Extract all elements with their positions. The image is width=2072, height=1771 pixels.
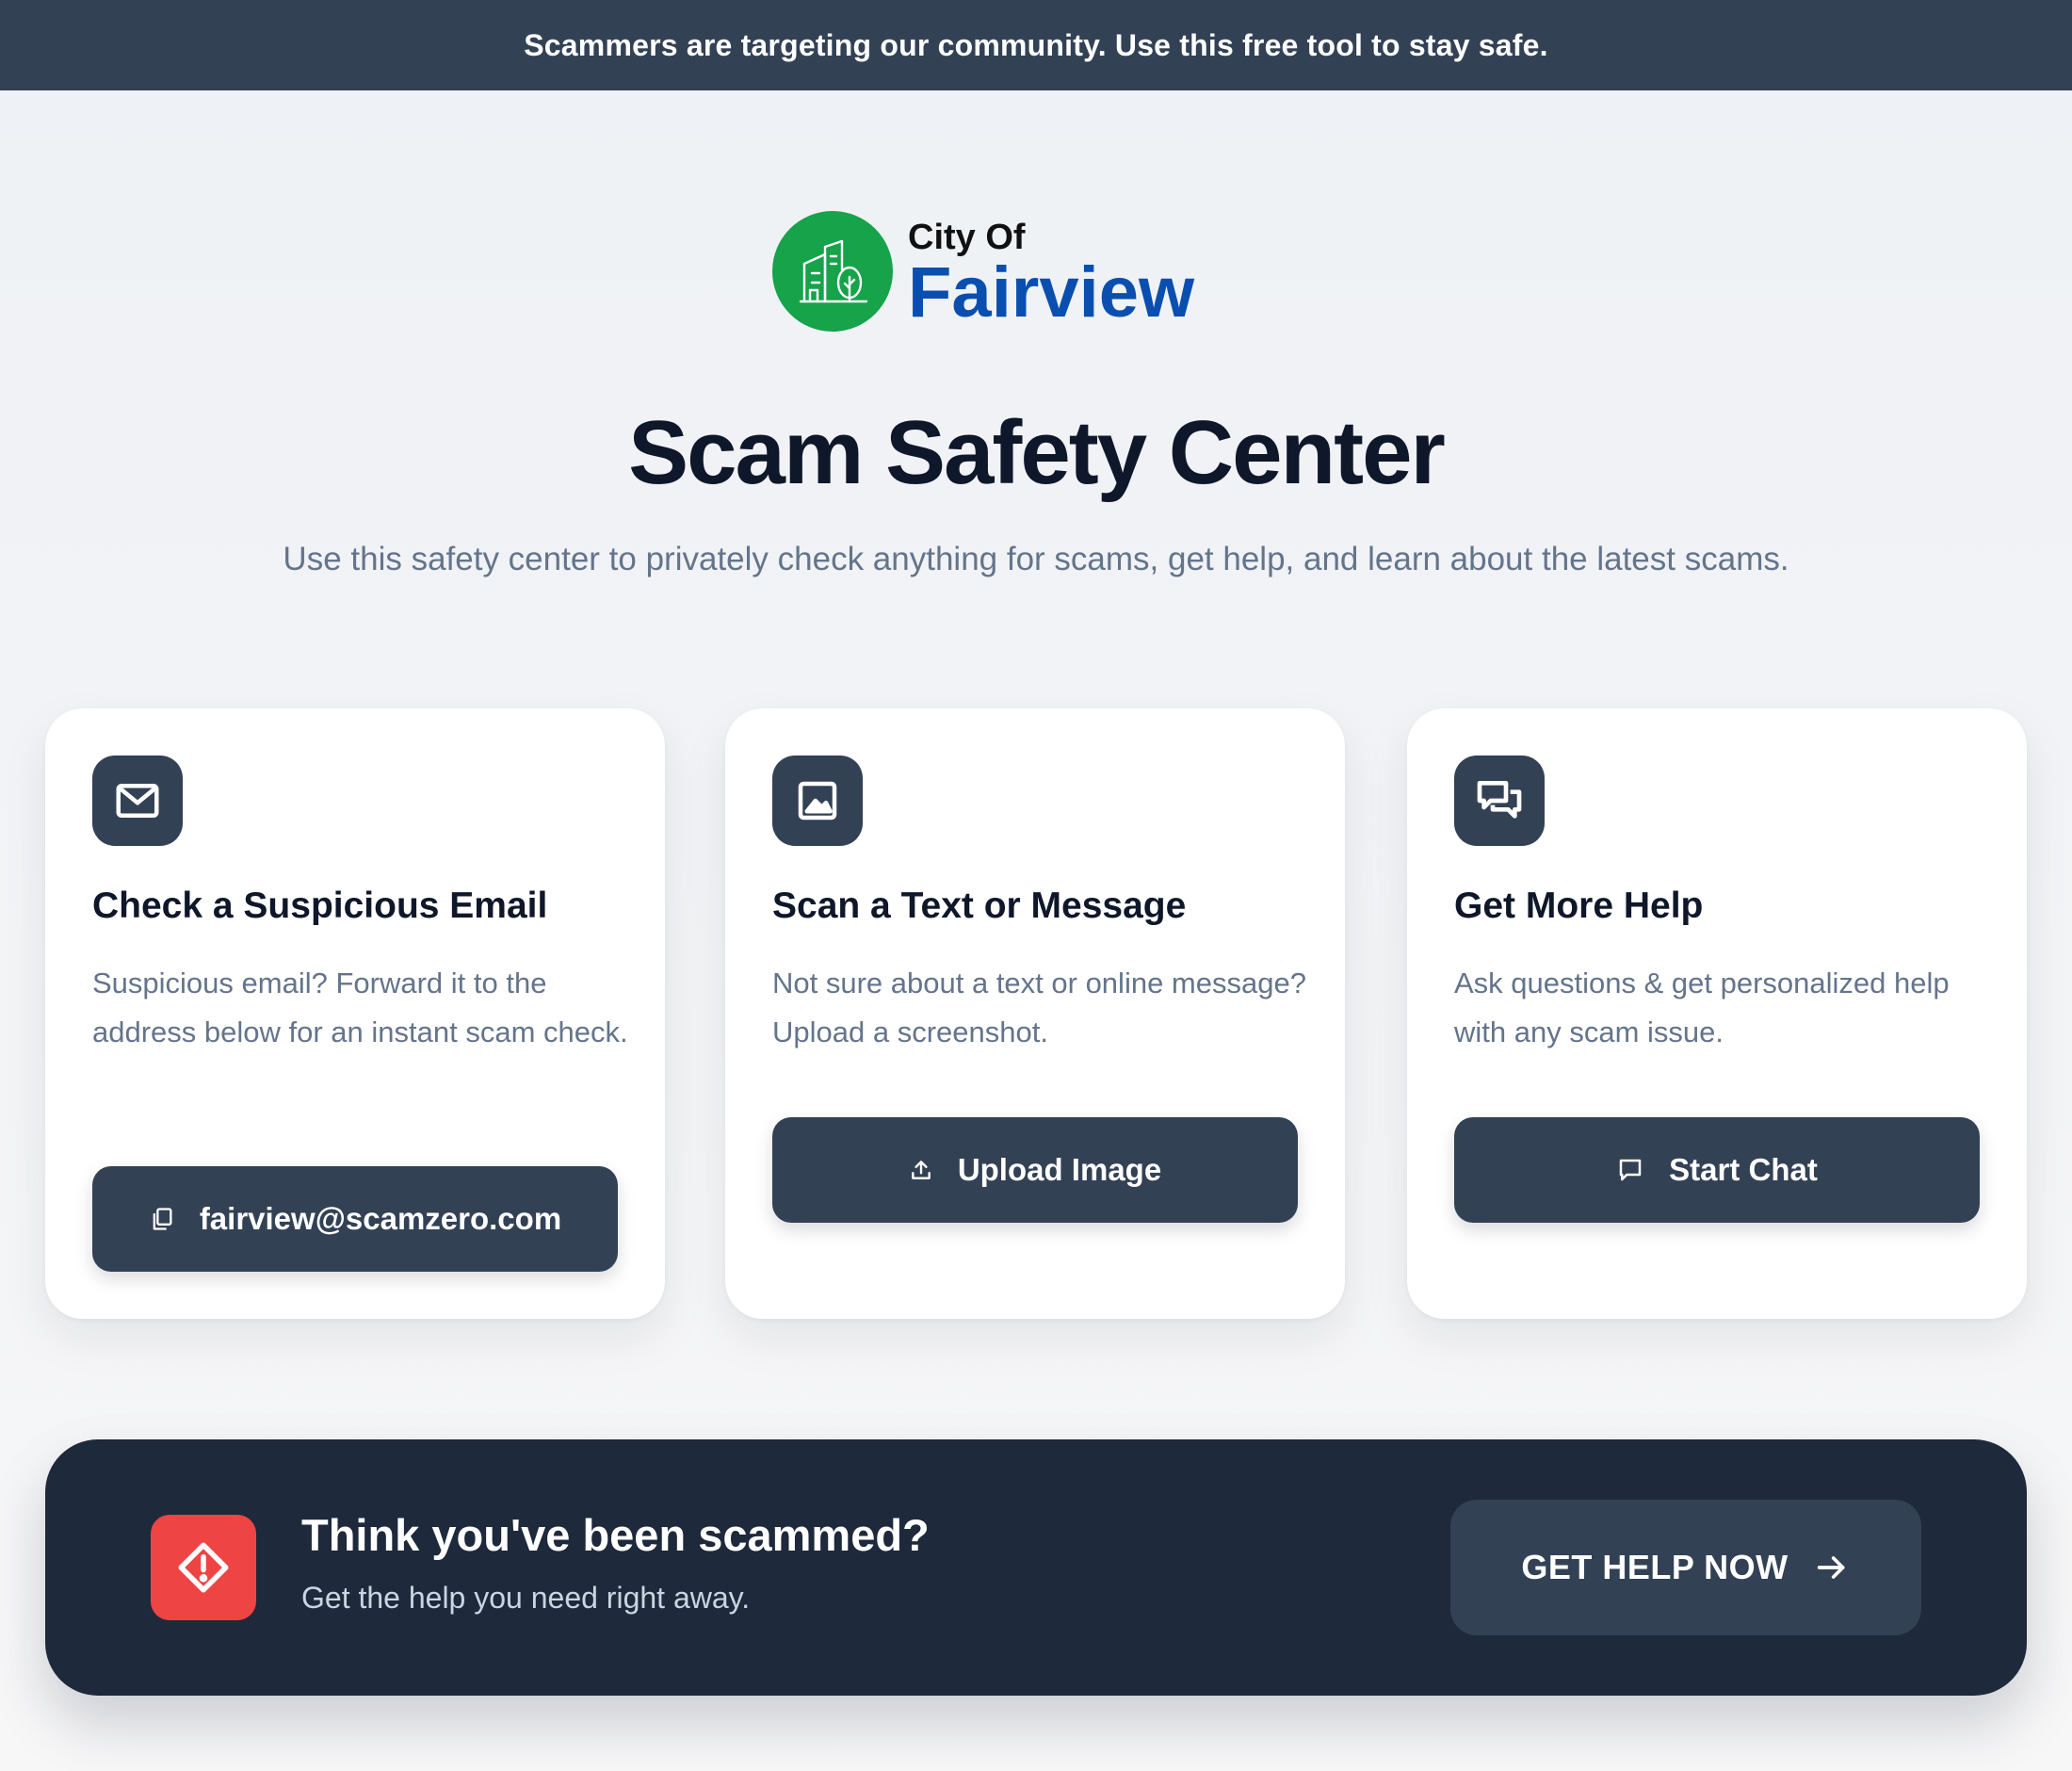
page-subtitle: Use this safety center to privately chec… [283, 541, 1789, 577]
chat-bubbles-icon [1454, 756, 1545, 846]
card-scan-message: Scan a Text or Message Not sure about a … [725, 708, 1345, 1319]
mail-icon [92, 756, 183, 846]
top-banner: Scammers are targeting our community. Us… [0, 0, 2072, 90]
card-description: Not sure about a text or online message?… [772, 967, 1306, 1048]
get-help-now-label: GET HELP NOW [1521, 1548, 1789, 1586]
alert-diamond-icon [151, 1515, 256, 1620]
logo-city-of: City Of [908, 218, 1026, 257]
copy-email-label: fairview@scamzero.com [199, 1201, 562, 1236]
upload-icon [909, 1158, 933, 1182]
card-title: Check a Suspicious Email [92, 886, 548, 926]
card-check-email: Check a Suspicious Email Suspicious emai… [45, 708, 665, 1319]
upload-image-button[interactable]: Upload Image [772, 1117, 1298, 1223]
arrow-right-icon [1813, 1549, 1851, 1586]
copy-email-button[interactable]: fairview@scamzero.com [92, 1166, 618, 1272]
chat-icon [1616, 1156, 1644, 1184]
card-description: Ask questions & get personalized help wi… [1454, 967, 1950, 1048]
card-title: Get More Help [1454, 886, 1704, 926]
start-chat-label: Start Chat [1669, 1152, 1818, 1187]
start-chat-button[interactable]: Start Chat [1454, 1117, 1980, 1223]
upload-image-label: Upload Image [957, 1152, 1162, 1187]
city-logo: City Of Fairview [772, 211, 1194, 332]
image-icon [772, 756, 863, 846]
card-get-help: Get More Help Ask questions & get person… [1407, 708, 2027, 1319]
get-help-now-button[interactable]: GET HELP NOW [1450, 1500, 1921, 1635]
scammed-help-panel: Think you've been scammed? Get the help … [45, 1439, 2027, 1696]
banner-text: Scammers are targeting our community. Us… [524, 27, 1548, 62]
page-title: Scam Safety Center [628, 402, 1446, 503]
logo-city-name: Fairview [908, 252, 1195, 333]
card-title: Scan a Text or Message [772, 886, 1187, 926]
cta-title: Think you've been scammed? [301, 1510, 930, 1560]
cta-subtitle: Get the help you need right away. [301, 1581, 751, 1615]
copy-icon [149, 1206, 175, 1232]
building-tree-icon [772, 211, 893, 332]
card-description: Suspicious email? Forward it to the addr… [92, 967, 628, 1048]
